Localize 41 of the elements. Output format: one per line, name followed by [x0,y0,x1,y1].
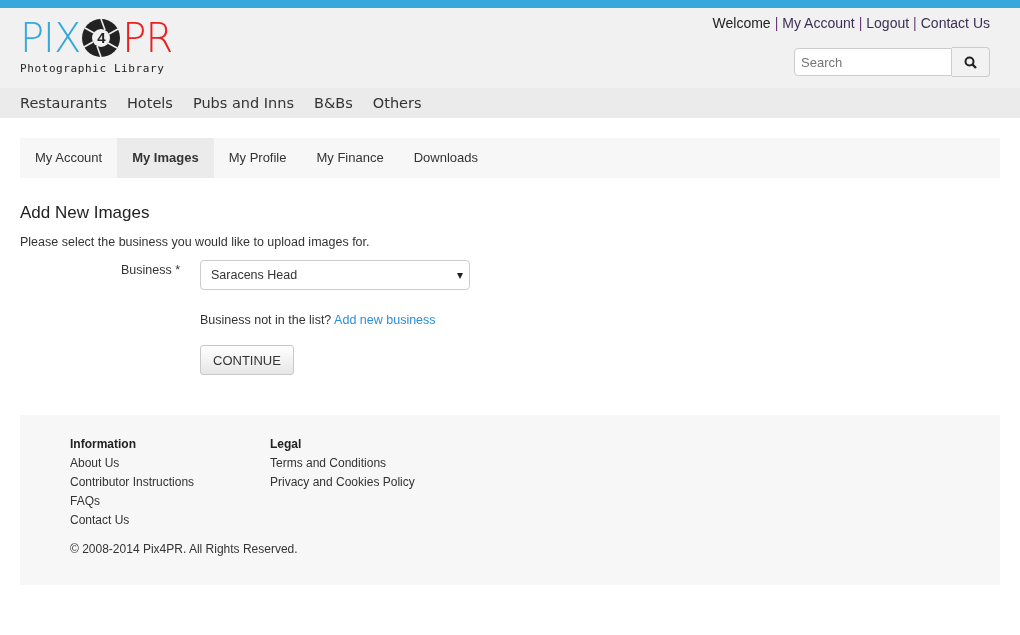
category-link[interactable]: B&Bs [314,95,353,111]
account-tab[interactable]: My Finance [301,138,399,178]
logo-text: PR [122,16,173,60]
search-button[interactable] [952,47,990,77]
business-select[interactable]: Saracens Head ▾ [200,260,470,290]
category-link[interactable]: Others [372,95,422,111]
search-field[interactable]: Search [794,48,952,76]
footer-link[interactable]: FAQs [70,494,270,508]
link-separator: | [913,15,917,31]
footer-heading: Legal [270,437,303,451]
logo-tagline: Photographic Library [20,62,166,75]
account-tab[interactable]: My Account [20,138,118,178]
header-link[interactable]: Contact Us [920,15,990,31]
account-tab[interactable]: Downloads [398,138,493,178]
header-link[interactable]: Logout [866,15,910,31]
logo-aperture-icon: 4 [81,18,122,58]
logo-text: PIX [20,16,81,60]
field-label: Business * [119,262,180,279]
account-tab[interactable]: My Profile [213,138,302,178]
header-link[interactable]: My Account [782,15,855,31]
search-icon [964,55,977,69]
footer-heading: Information [70,437,137,451]
category-link[interactable]: Hotels [126,95,173,111]
add-business-link[interactable]: Add new business [334,313,436,327]
footer-link[interactable]: About Us [70,456,270,470]
copyright-text: © 2008-2014 Pix4PR. All Rights Reserved. [70,542,299,556]
footer-link[interactable]: Contact Us [70,513,270,527]
footer-link[interactable]: Terms and Conditions [270,456,470,470]
welcome-text: Welcome [712,15,771,31]
account-tab[interactable]: My Images [117,138,214,178]
page-heading: Add New Images [20,203,151,223]
category-link[interactable]: Restaurants [20,95,107,111]
intro-text: Please select the business you would like to upload images for. [20,235,371,249]
link-separator: | [774,15,779,31]
hint-text: Business not in the list? Add new business [200,313,437,327]
category-link[interactable]: Pubs and Inns [192,95,295,111]
footer-link[interactable]: Contributor Instructions [70,475,270,489]
footer-link[interactable]: Privacy and Cookies Policy [270,475,470,489]
caret-icon: ▾ [457,268,463,282]
continue-button[interactable]: CONTINUE [200,345,294,375]
link-separator: | [858,15,863,31]
